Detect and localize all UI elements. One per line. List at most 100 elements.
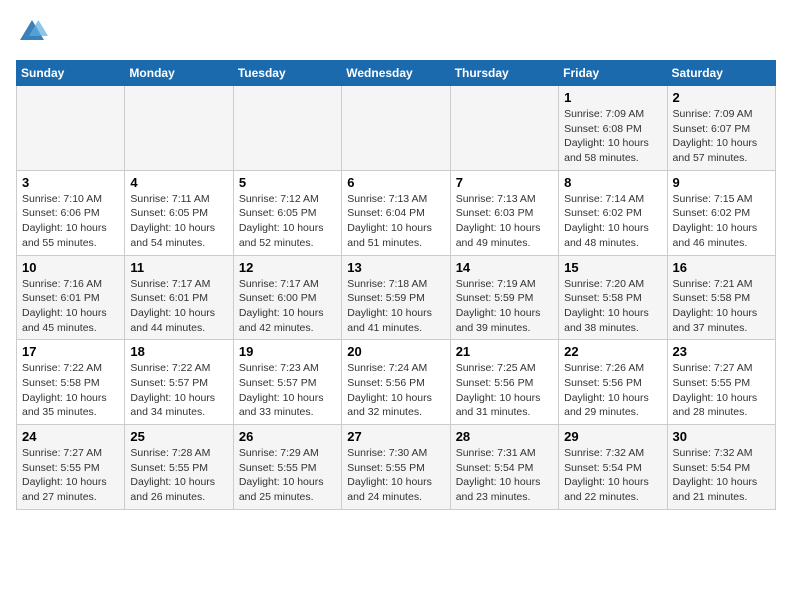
day-info: Sunrise: 7:22 AM Sunset: 5:58 PM Dayligh… <box>22 362 107 418</box>
weekday-header-wednesday: Wednesday <box>342 61 450 86</box>
day-cell: 28Sunrise: 7:31 AM Sunset: 5:54 PM Dayli… <box>450 425 558 510</box>
day-info: Sunrise: 7:09 AM Sunset: 6:07 PM Dayligh… <box>673 108 758 164</box>
day-info: Sunrise: 7:16 AM Sunset: 6:01 PM Dayligh… <box>22 278 107 334</box>
day-info: Sunrise: 7:31 AM Sunset: 5:54 PM Dayligh… <box>456 447 541 503</box>
week-row-5: 24 Sunrise: 7:27 AM Sunset: 5:55 PM Dayli… <box>17 425 776 510</box>
day-info: Sunrise: 7:20 AM Sunset: 5:58 PM Dayligh… <box>564 278 649 334</box>
day-cell: 5 Sunrise: 7:12 AM Sunset: 6:05 PM Daylig… <box>233 170 341 255</box>
day-info: Sunrise: 7:11 AM Sunset: 6:05 PM Dayligh… <box>130 193 215 249</box>
day-info: Sunrise: 7:25 AM Sunset: 5:56 PM Dayligh… <box>456 362 541 418</box>
day-cell: 1 Sunrise: 7:09 AM Sunset: 6:08 PM Daylig… <box>559 86 667 171</box>
day-number: 25 <box>130 429 227 444</box>
day-info: Sunrise: 7:27 AM Sunset: 5:55 PM Dayligh… <box>673 362 758 418</box>
day-info: Sunrise: 7:22 AM Sunset: 5:57 PM Dayligh… <box>130 362 215 418</box>
day-cell: 8 Sunrise: 7:14 AM Sunset: 6:02 PM Daylig… <box>559 170 667 255</box>
day-cell: 26Sunrise: 7:29 AM Sunset: 5:55 PM Dayli… <box>233 425 341 510</box>
day-number: 26 <box>239 429 336 444</box>
week-row-2: 3 Sunrise: 7:10 AM Sunset: 6:06 PM Daylig… <box>17 170 776 255</box>
day-number: 16 <box>673 260 770 275</box>
weekday-header-sunday: Sunday <box>17 61 125 86</box>
day-cell: 13 Sunrise: 7:18 AM Sunset: 5:59 PM Dayli… <box>342 255 450 340</box>
day-number: 18 <box>130 344 227 359</box>
day-info: Sunrise: 7:26 AM Sunset: 5:56 PM Dayligh… <box>564 362 649 418</box>
day-number: 12 <box>239 260 336 275</box>
day-number: 21 <box>456 344 553 359</box>
day-cell: 2 Sunrise: 7:09 AM Sunset: 6:07 PM Daylig… <box>667 86 775 171</box>
day-info: Sunrise: 7:24 AM Sunset: 5:56 PM Dayligh… <box>347 362 432 418</box>
day-cell: 7 Sunrise: 7:13 AM Sunset: 6:03 PM Daylig… <box>450 170 558 255</box>
week-row-4: 17 Sunrise: 7:22 AM Sunset: 5:58 PM Dayli… <box>17 340 776 425</box>
weekday-header-saturday: Saturday <box>667 61 775 86</box>
day-number: 29 <box>564 429 661 444</box>
day-cell: 25 Sunrise: 7:28 AM Sunset: 5:55 PM Dayli… <box>125 425 233 510</box>
day-cell: 12 Sunrise: 7:17 AM Sunset: 6:00 PM Dayli… <box>233 255 341 340</box>
day-cell: 4 Sunrise: 7:11 AM Sunset: 6:05 PM Daylig… <box>125 170 233 255</box>
weekday-header-row: SundayMondayTuesdayWednesdayThursdayFrid… <box>17 61 776 86</box>
day-number: 5 <box>239 175 336 190</box>
day-info: Sunrise: 7:15 AM Sunset: 6:02 PM Dayligh… <box>673 193 758 249</box>
day-number: 10 <box>22 260 119 275</box>
day-info: Sunrise: 7:14 AM Sunset: 6:02 PM Dayligh… <box>564 193 649 249</box>
day-number: 20 <box>347 344 444 359</box>
day-number: 7 <box>456 175 553 190</box>
day-number: 14 <box>456 260 553 275</box>
day-number: 24 <box>22 429 119 444</box>
day-cell <box>450 86 558 171</box>
day-number: 22 <box>564 344 661 359</box>
day-info: Sunrise: 7:18 AM Sunset: 5:59 PM Dayligh… <box>347 278 432 334</box>
day-info: Sunrise: 7:17 AM Sunset: 6:01 PM Dayligh… <box>130 278 215 334</box>
day-cell: 21 Sunrise: 7:25 AM Sunset: 5:56 PM Dayli… <box>450 340 558 425</box>
day-number: 8 <box>564 175 661 190</box>
day-cell: 19Sunrise: 7:23 AM Sunset: 5:57 PM Dayli… <box>233 340 341 425</box>
weekday-header-thursday: Thursday <box>450 61 558 86</box>
day-cell <box>17 86 125 171</box>
day-number: 3 <box>22 175 119 190</box>
day-number: 1 <box>564 90 661 105</box>
day-number: 19 <box>239 344 336 359</box>
day-cell: 29 Sunrise: 7:32 AM Sunset: 5:54 PM Dayli… <box>559 425 667 510</box>
logo-icon <box>16 16 48 48</box>
weekday-header-friday: Friday <box>559 61 667 86</box>
day-info: Sunrise: 7:09 AM Sunset: 6:08 PM Dayligh… <box>564 108 649 164</box>
day-cell: 18 Sunrise: 7:22 AM Sunset: 5:57 PM Dayli… <box>125 340 233 425</box>
day-cell: 11 Sunrise: 7:17 AM Sunset: 6:01 PM Dayli… <box>125 255 233 340</box>
day-number: 13 <box>347 260 444 275</box>
day-cell <box>342 86 450 171</box>
day-cell: 6 Sunrise: 7:13 AM Sunset: 6:04 PM Daylig… <box>342 170 450 255</box>
day-info: Sunrise: 7:32 AM Sunset: 5:54 PM Dayligh… <box>673 447 758 503</box>
day-cell: 17 Sunrise: 7:22 AM Sunset: 5:58 PM Dayli… <box>17 340 125 425</box>
day-number: 9 <box>673 175 770 190</box>
day-cell <box>233 86 341 171</box>
day-cell: 22 Sunrise: 7:26 AM Sunset: 5:56 PM Dayli… <box>559 340 667 425</box>
day-cell: 24 Sunrise: 7:27 AM Sunset: 5:55 PM Dayli… <box>17 425 125 510</box>
day-number: 30 <box>673 429 770 444</box>
day-cell: 3 Sunrise: 7:10 AM Sunset: 6:06 PM Daylig… <box>17 170 125 255</box>
day-cell: 9 Sunrise: 7:15 AM Sunset: 6:02 PM Daylig… <box>667 170 775 255</box>
week-row-3: 10 Sunrise: 7:16 AM Sunset: 6:01 PM Dayli… <box>17 255 776 340</box>
day-info: Sunrise: 7:28 AM Sunset: 5:55 PM Dayligh… <box>130 447 215 503</box>
logo <box>16 16 52 48</box>
day-info: Sunrise: 7:19 AM Sunset: 5:59 PM Dayligh… <box>456 278 541 334</box>
day-info: Sunrise: 7:21 AM Sunset: 5:58 PM Dayligh… <box>673 278 758 334</box>
day-info: Sunrise: 7:32 AM Sunset: 5:54 PM Dayligh… <box>564 447 649 503</box>
day-cell: 15 Sunrise: 7:20 AM Sunset: 5:58 PM Dayli… <box>559 255 667 340</box>
day-info: Sunrise: 7:12 AM Sunset: 6:05 PM Dayligh… <box>239 193 324 249</box>
day-number: 2 <box>673 90 770 105</box>
day-number: 17 <box>22 344 119 359</box>
day-number: 4 <box>130 175 227 190</box>
day-info: Sunrise: 7:17 AM Sunset: 6:00 PM Dayligh… <box>239 278 324 334</box>
day-info: Sunrise: 7:13 AM Sunset: 6:04 PM Dayligh… <box>347 193 432 249</box>
day-info: Sunrise: 7:10 AM Sunset: 6:06 PM Dayligh… <box>22 193 107 249</box>
day-cell <box>125 86 233 171</box>
day-cell: 16 Sunrise: 7:21 AM Sunset: 5:58 PM Dayli… <box>667 255 775 340</box>
day-number: 15 <box>564 260 661 275</box>
day-info: Sunrise: 7:27 AM Sunset: 5:55 PM Dayligh… <box>22 447 107 503</box>
day-info: Sunrise: 7:30 AM Sunset: 5:55 PM Dayligh… <box>347 447 432 503</box>
day-cell: 20 Sunrise: 7:24 AM Sunset: 5:56 PM Dayli… <box>342 340 450 425</box>
weekday-header-tuesday: Tuesday <box>233 61 341 86</box>
page-header <box>16 16 776 48</box>
day-cell: 10 Sunrise: 7:16 AM Sunset: 6:01 PM Dayli… <box>17 255 125 340</box>
day-info: Sunrise: 7:13 AM Sunset: 6:03 PM Dayligh… <box>456 193 541 249</box>
day-number: 6 <box>347 175 444 190</box>
day-number: 11 <box>130 260 227 275</box>
